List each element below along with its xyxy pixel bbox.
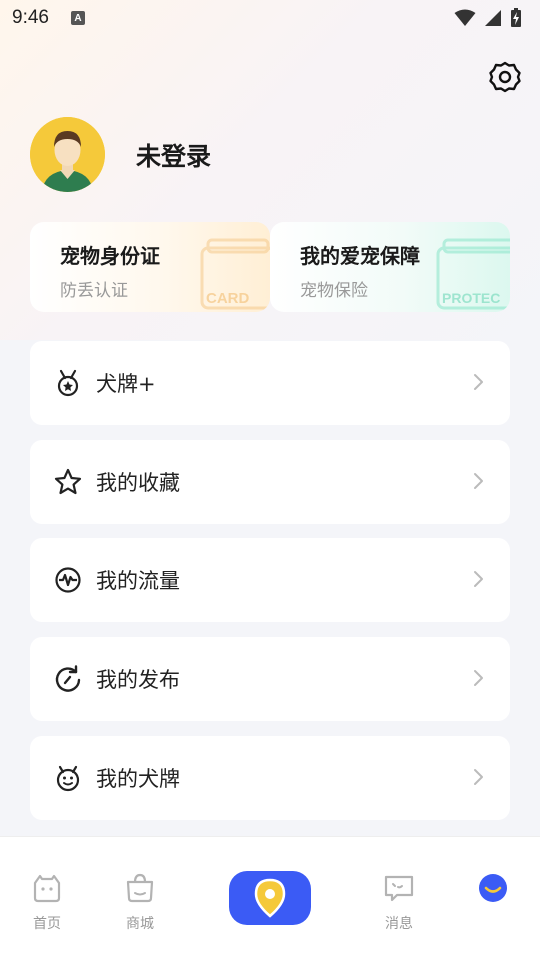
- tab-label: 商城: [126, 916, 154, 932]
- dog-tag-icon: [54, 764, 82, 792]
- signal-icon: [485, 10, 501, 26]
- protect-deco-text: PROTEC: [442, 290, 500, 306]
- pulse-icon: [54, 566, 82, 594]
- promo-subtitle: 防丢认证: [60, 281, 128, 301]
- status-bar: 9:46 A: [0, 0, 540, 36]
- settings-button[interactable]: [488, 60, 522, 94]
- promo-subtitle: 宠物保险: [300, 281, 368, 301]
- menu-item-favorites[interactable]: 我的收藏: [30, 440, 510, 524]
- tab-messages[interactable]: 消息: [367, 871, 431, 933]
- chevron-right-icon: [474, 571, 483, 587]
- wifi-icon: [454, 9, 476, 26]
- promo-title: 我的爱宠保障: [300, 244, 420, 268]
- pet-insurance-card[interactable]: 我的爱宠保障 宠物保险 PROTEC: [270, 222, 510, 312]
- menu-item-my-dog-tag[interactable]: 我的犬牌: [30, 736, 510, 820]
- shopping-bag-icon: [126, 873, 154, 903]
- chevron-right-icon: [474, 473, 483, 489]
- promo-title: 宠物身份证: [60, 244, 160, 268]
- avatar[interactable]: [30, 117, 105, 192]
- medal-icon: [54, 369, 82, 397]
- menu-label: 犬牌+: [96, 372, 156, 396]
- star-icon: [54, 468, 82, 496]
- protect-decoration-icon: PROTEC: [436, 238, 510, 310]
- pet-id-card[interactable]: 宠物身份证 防丢认证 CARD: [30, 222, 270, 312]
- notification-badge: A: [70, 11, 85, 25]
- tab-profile[interactable]: [461, 871, 525, 913]
- menu-item-traffic[interactable]: 我的流量: [30, 538, 510, 622]
- menu-item-dog-tag-plus[interactable]: 犬牌+: [30, 341, 510, 425]
- tab-label: 首页: [33, 916, 61, 932]
- status-time: 9:46: [12, 7, 49, 28]
- card-deco-text: CARD: [206, 290, 249, 307]
- tab-label: 消息: [385, 916, 413, 932]
- tab-home[interactable]: 首页: [15, 871, 79, 933]
- status-icons: [454, 8, 522, 28]
- menu-label: 我的犬牌: [96, 767, 180, 791]
- battery-charging-icon: [511, 8, 521, 27]
- menu-label: 我的发布: [96, 668, 180, 692]
- menu-item-posts[interactable]: 我的发布: [30, 637, 510, 721]
- center-map-button[interactable]: [229, 871, 311, 925]
- refresh-icon: [54, 665, 82, 693]
- chevron-right-icon: [474, 769, 483, 785]
- smile-face-icon: [479, 874, 507, 902]
- login-status[interactable]: 未登录: [136, 137, 211, 173]
- chevron-right-icon: [474, 670, 483, 686]
- chat-bubble-icon: [384, 875, 414, 902]
- card-decoration-icon: CARD: [200, 238, 270, 310]
- home-face-icon: [33, 874, 61, 903]
- default-avatar-icon: [30, 117, 105, 192]
- chevron-right-icon: [474, 374, 483, 390]
- menu-label: 我的收藏: [96, 471, 180, 495]
- gear-icon: [489, 61, 521, 93]
- location-pin-icon: [254, 878, 286, 918]
- tab-mall[interactable]: 商城: [108, 871, 172, 933]
- menu-label: 我的流量: [96, 569, 180, 593]
